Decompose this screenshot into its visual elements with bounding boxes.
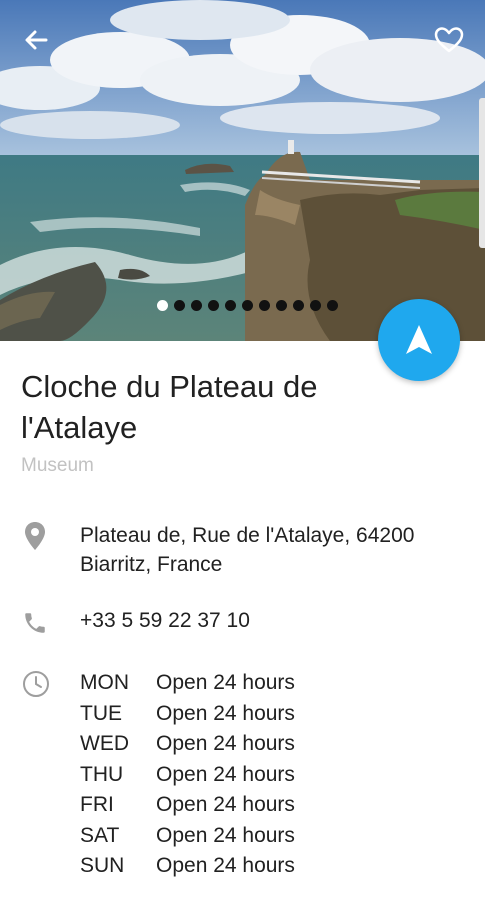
hours-status: Open 24 hours <box>156 671 295 694</box>
edge-scroll-handle[interactable] <box>479 98 485 248</box>
place-phone[interactable]: +33 5 59 22 37 10 <box>80 609 250 633</box>
opening-hours: MON Open 24 hours TUE Open 24 hours WED Ope… <box>80 668 295 882</box>
phone-icon <box>22 610 48 640</box>
hours-day: SUN <box>80 854 125 877</box>
hours-row: SAT Open 24 hours <box>80 821 295 852</box>
clock-icon <box>22 670 49 700</box>
hours-row: TUE Open 24 hours <box>80 699 295 730</box>
location-pin-icon <box>22 521 48 551</box>
place-address[interactable]: Plateau de, Rue de l'Atalaye, 64200 Biar… <box>80 521 470 579</box>
gallery-dot-active[interactable] <box>157 300 168 311</box>
gallery-page-indicator <box>157 300 338 311</box>
gallery-dot[interactable] <box>259 300 270 311</box>
hours-row: MON Open 24 hours <box>80 668 295 699</box>
place-category: Museum <box>21 455 94 476</box>
gallery-dot[interactable] <box>242 300 253 311</box>
place-title: Cloche du Plateau de l'Atalaye <box>21 369 318 445</box>
gallery-dot[interactable] <box>174 300 185 311</box>
hours-day: MON <box>80 671 129 694</box>
gallery-dot[interactable] <box>293 300 304 311</box>
gallery-dot[interactable] <box>276 300 287 311</box>
hours-day: WED <box>80 732 129 755</box>
hours-day: FRI <box>80 793 114 816</box>
gallery-dot[interactable] <box>191 300 202 311</box>
hours-row: FRI Open 24 hours <box>80 790 295 821</box>
gallery-dot[interactable] <box>225 300 236 311</box>
gallery-dot[interactable] <box>208 300 219 311</box>
favorite-button[interactable] <box>433 24 465 56</box>
hours-row: THU Open 24 hours <box>80 760 295 791</box>
hours-status: Open 24 hours <box>156 732 295 755</box>
hours-day: THU <box>80 762 124 786</box>
place-photo <box>0 0 485 341</box>
hours-status: Open 24 hours <box>156 762 295 786</box>
back-button[interactable] <box>20 24 52 56</box>
hours-status: Open 24 hours <box>156 823 295 847</box>
hours-row: SUN Open 24 hours <box>80 851 295 882</box>
hours-status: Open 24 hours <box>156 793 295 816</box>
back-arrow-icon <box>25 30 48 50</box>
gallery-dot[interactable] <box>327 300 338 311</box>
heart-outline-icon <box>434 27 464 53</box>
hours-day: SAT <box>80 823 120 847</box>
navigation-arrow-icon <box>406 325 432 354</box>
hours-row: WED Open 24 hours <box>80 729 295 760</box>
hours-status: Open 24 hours <box>156 854 295 877</box>
hours-status: Open 24 hours <box>156 701 295 725</box>
hours-day: TUE <box>80 701 122 725</box>
gallery-dot[interactable] <box>310 300 321 311</box>
place-photo-gallery[interactable] <box>0 0 485 341</box>
